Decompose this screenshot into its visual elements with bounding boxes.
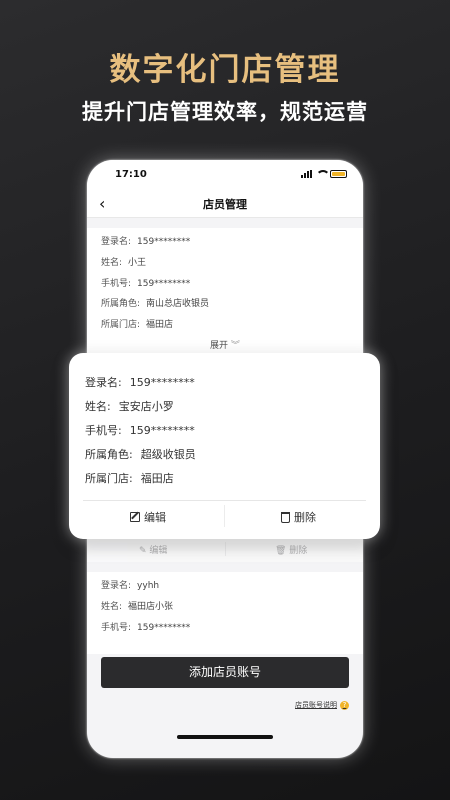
divider — [224, 505, 225, 527]
status-bar: 17:10 — [87, 160, 363, 190]
question-icon: ? — [340, 700, 349, 710]
divider — [225, 542, 226, 556]
staff-card: 登录名: yyhh 姓名: 福田店小张 手机号: 159******** — [87, 572, 363, 654]
page-title: 店员管理 — [203, 198, 247, 211]
staff-field: 手机号: 159******** — [85, 424, 195, 437]
staff-field: 所属门店: 福田店 — [101, 320, 174, 330]
signal-icon — [301, 170, 312, 178]
nav-bar: ‹ 店员管理 — [87, 190, 363, 218]
delete-button[interactable]: 删除 — [281, 509, 316, 525]
staff-card-popup: 登录名: 159******** 姓名: 宝安店小罗 手机号: 159********… — [69, 353, 380, 539]
hero-subtitle: 提升门店管理效率，规范运营 — [82, 100, 368, 124]
edit-button[interactable]: 编辑 — [130, 509, 166, 525]
divider — [83, 500, 366, 501]
staff-card: 登录名: 159******** 姓名: 小王 手机号: 159******** 所属… — [87, 228, 363, 358]
staff-field: 登录名: 159******** — [85, 376, 195, 389]
staff-field: 姓名: 宝安店小罗 — [85, 400, 174, 413]
add-staff-button[interactable]: 添加店员账号 — [101, 657, 349, 688]
battery-icon — [330, 170, 347, 178]
staff-field: 所属门店: 福田店 — [85, 472, 174, 485]
staff-field: 登录名: yyhh — [101, 581, 160, 591]
edit-button[interactable]: ✎ 编辑 — [139, 543, 167, 556]
staff-card-actions: ✎ 编辑 🗑 删除 — [87, 538, 363, 562]
edit-icon — [130, 512, 140, 522]
staff-field: 手机号: 159******** — [101, 279, 191, 289]
double-chevron-down-icon: ︾ — [228, 341, 240, 351]
staff-field: 姓名: 小王 — [101, 258, 147, 268]
wifi-icon — [316, 170, 330, 178]
status-icons — [301, 170, 347, 178]
staff-field: 所属角色: 南山总店收银员 — [101, 299, 210, 309]
delete-button[interactable]: 🗑 删除 — [275, 543, 307, 556]
staff-field: 手机号: 159******** — [101, 623, 191, 633]
hero-title: 数字化门店管理 — [109, 52, 341, 88]
help-link[interactable]: 店员账号说明 ? — [295, 700, 349, 710]
home-indicator — [177, 735, 273, 739]
status-time: 17:10 — [115, 169, 147, 180]
staff-field: 登录名: 159******** — [101, 237, 191, 247]
staff-field: 姓名: 福田店小张 — [101, 602, 174, 612]
trash-icon — [281, 511, 290, 523]
expand-toggle[interactable]: 展开 ︾ — [87, 338, 363, 351]
staff-field: 所属角色: 超级收银员 — [85, 448, 196, 461]
